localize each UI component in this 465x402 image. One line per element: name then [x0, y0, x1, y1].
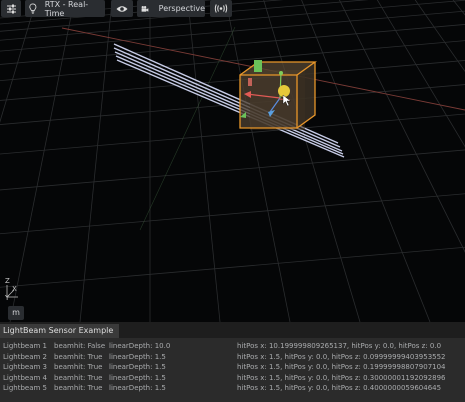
- scene-canvas[interactable]: [0, 0, 465, 322]
- axis-label-x: X: [12, 285, 17, 293]
- beam-name: Lightbeam 4: [3, 373, 48, 382]
- audio-wave-icon: [214, 4, 228, 13]
- lightbulb-icon: [29, 3, 37, 14]
- beam-hit: beamhit: True: [54, 363, 103, 371]
- list-item: Lightbeam 4 beamhit: True linearDepth: 1…: [0, 373, 465, 384]
- z-axis-line: [139, 26, 236, 231]
- panel-body: Lightbeam 1 beamhit: False linearDepth: …: [0, 338, 465, 394]
- gizmo-y-plane-handle: [254, 60, 262, 72]
- unit-selector[interactable]: m: [8, 306, 24, 320]
- beam-hit: beamhit: True: [54, 352, 103, 361]
- eye-icon: [116, 5, 128, 12]
- axis-label-z: Z: [5, 277, 10, 285]
- ground-grid: [0, 0, 465, 322]
- audio-button[interactable]: [210, 0, 232, 17]
- render-mode-label: RTX - Real-Time: [44, 0, 89, 18]
- beam-depth: linearDepth: 1.5: [109, 373, 166, 382]
- list-item: Lightbeam 3 beamhit: True linearDepth: 1…: [0, 362, 465, 373]
- list-item: Lightbeam 1 beamhit: False linearDepth: …: [0, 341, 465, 352]
- beam-hit-pos: hitPos x: 10.199999809265137, hitPos y: …: [237, 342, 442, 350]
- axis-orientation-indicator: Z X Y: [5, 277, 18, 302]
- beam-depth: linearDepth: 1.5: [109, 363, 166, 371]
- panel-tab-bar: LightBeam Sensor Example: [0, 322, 465, 338]
- render-mode-dropdown[interactable]: RTX - Real-Time: [25, 0, 105, 18]
- beam-hit: beamhit: False: [54, 342, 106, 350]
- beam-name: Lightbeam 1: [3, 342, 48, 350]
- beam-hit: beamhit: True: [54, 373, 103, 382]
- list-item: Lightbeam 5 beamhit: True linearDepth: 1…: [0, 383, 465, 394]
- beam-depth: linearDepth: 1.5: [109, 352, 166, 361]
- beam-hit: beamhit: True: [54, 384, 103, 392]
- beam-hit-pos: hitPos x: 1.5, hitPos y: 0.0, hitPos z: …: [237, 352, 446, 361]
- visibility-button[interactable]: [111, 0, 133, 17]
- gizmo-center-handle: [278, 85, 290, 97]
- beam-hit-pos: hitPos x: 1.5, hitPos y: 0.0, hitPos z: …: [237, 384, 442, 392]
- list-item: Lightbeam 2 beamhit: True linearDepth: 1…: [0, 352, 465, 363]
- tab-lightbeam-sensor-example[interactable]: LightBeam Sensor Example: [0, 324, 120, 338]
- viewport-3d[interactable]: RTX - Real-Time Perspective Z X Y m: [0, 0, 465, 322]
- beam-depth: linearDepth: 1.5: [109, 384, 166, 392]
- selected-cube[interactable]: [239, 61, 318, 130]
- settings-button[interactable]: [1, 0, 21, 17]
- beam-name: Lightbeam 2: [3, 352, 48, 361]
- beam-hit-pos: hitPos x: 1.5, hitPos y: 0.0, hitPos z: …: [237, 373, 446, 382]
- beam-name: Lightbeam 3: [3, 363, 48, 371]
- sliders-icon: [6, 4, 16, 13]
- sensor-output-panel: LightBeam Sensor Example Lightbeam 1 bea…: [0, 322, 465, 402]
- camera-label: Perspective: [158, 4, 205, 13]
- movie-camera-icon: [141, 5, 149, 12]
- beam-name: Lightbeam 5: [3, 384, 48, 392]
- camera-dropdown[interactable]: Perspective: [137, 0, 205, 17]
- beam-hit-pos: hitPos x: 1.5, hitPos y: 0.0, hitPos z: …: [237, 363, 446, 371]
- beam-depth: linearDepth: 10.0: [109, 342, 171, 350]
